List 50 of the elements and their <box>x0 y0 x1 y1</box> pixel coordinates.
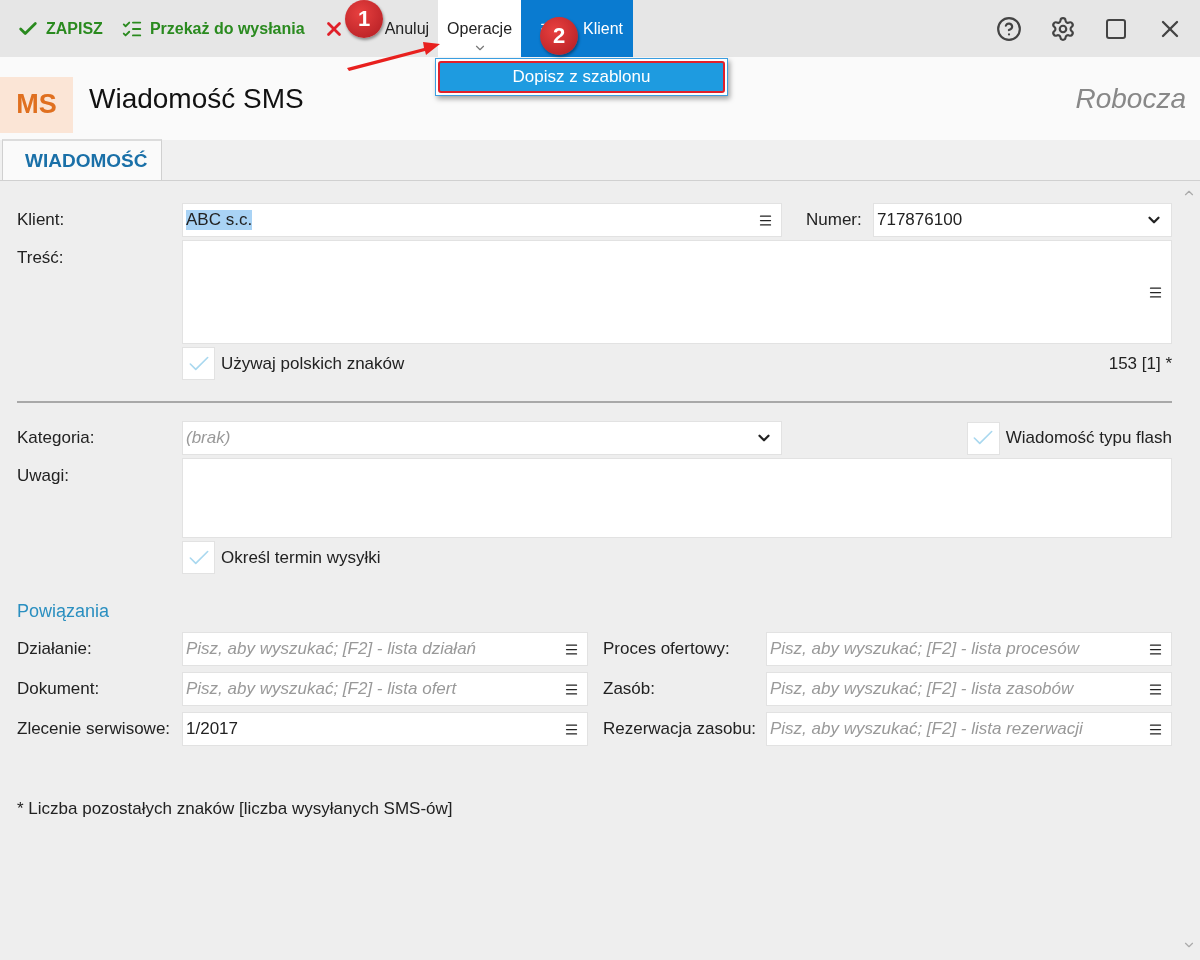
menu-icon <box>1148 284 1163 300</box>
message-textarea[interactable] <box>182 240 1172 344</box>
menu-item[interactable]: Dopisz z szablonu <box>438 61 725 93</box>
field-label: Uwagi: <box>17 465 70 486</box>
menu-icon <box>564 641 579 657</box>
toolbar-button[interactable]: ZAPISZ <box>8 0 112 57</box>
checkbox[interactable] <box>182 541 215 574</box>
menu-icon <box>1148 681 1163 697</box>
tab[interactable]: WIADOMOŚĆ <box>2 139 163 180</box>
field-label: Kategoria: <box>17 428 96 448</box>
menu-icon <box>1148 721 1163 737</box>
search-field[interactable]: Pisz, aby wyszukać; [F2] - lista ofert <box>182 672 588 706</box>
field-label: Zlecenie serwisowe: <box>17 719 172 739</box>
checkbox-label: Określ termin wysyłki <box>221 547 381 568</box>
field-label: Zasób: <box>603 679 656 699</box>
section-title: Powiązania <box>17 601 111 622</box>
field-label: Klient: <box>17 210 66 230</box>
checkbox-label: Wiadomość typu flash <box>1005 428 1172 448</box>
category-dropdown[interactable]: (brak) <box>182 421 782 455</box>
field-label: Treść: <box>17 247 65 268</box>
menu-button[interactable]: Operacje <box>438 0 522 57</box>
search-field[interactable]: 1/2017 <box>182 712 588 746</box>
maximize-button[interactable] <box>1104 16 1128 41</box>
status-label: Robocza <box>1075 82 1186 115</box>
window-title: Wiadomość SMS <box>89 82 304 115</box>
module-badge: MS <box>0 76 73 133</box>
field-label: Numer: <box>806 210 863 230</box>
notes-textarea[interactable] <box>182 458 1172 538</box>
checkbox[interactable] <box>182 347 215 380</box>
field-label: Dokument: <box>17 679 101 699</box>
toolbar-button[interactable]: Przekaż do wysłania <box>111 0 314 57</box>
search-field[interactable]: Pisz, aby wyszukać; [F2] - lista działań <box>182 632 588 666</box>
search-field[interactable]: Pisz, aby wyszukać; [F2] - lista procesów <box>766 632 1172 666</box>
menu-icon <box>564 721 579 737</box>
client-field[interactable]: ABC s.c. <box>182 203 782 237</box>
menu-icon <box>564 681 579 697</box>
settings-button[interactable] <box>1050 15 1076 42</box>
character-counter: 153 [1] * <box>1108 353 1172 374</box>
field-label: Proces ofertowy: <box>603 639 731 659</box>
search-field[interactable]: Pisz, aby wyszukać; [F2] - lista rezerwacji <box>766 712 1172 746</box>
help-button[interactable] <box>996 15 1022 42</box>
footnote: * Liczba pozostałych znaków [liczba wysyłanych SMS-ów] <box>17 799 454 819</box>
number-dropdown[interactable]: 717876100 <box>873 203 1172 237</box>
checkbox-label: Używaj polskich znaków <box>221 353 405 374</box>
menu-icon <box>758 212 773 228</box>
checkbox[interactable] <box>966 421 1000 455</box>
menu-icon <box>1148 641 1163 657</box>
field-label: Rezerwacja zasobu: <box>603 719 758 739</box>
field-label: Działanie: <box>17 639 93 659</box>
search-field[interactable]: Pisz, aby wyszukać; [F2] - lista zasobów <box>766 672 1172 706</box>
